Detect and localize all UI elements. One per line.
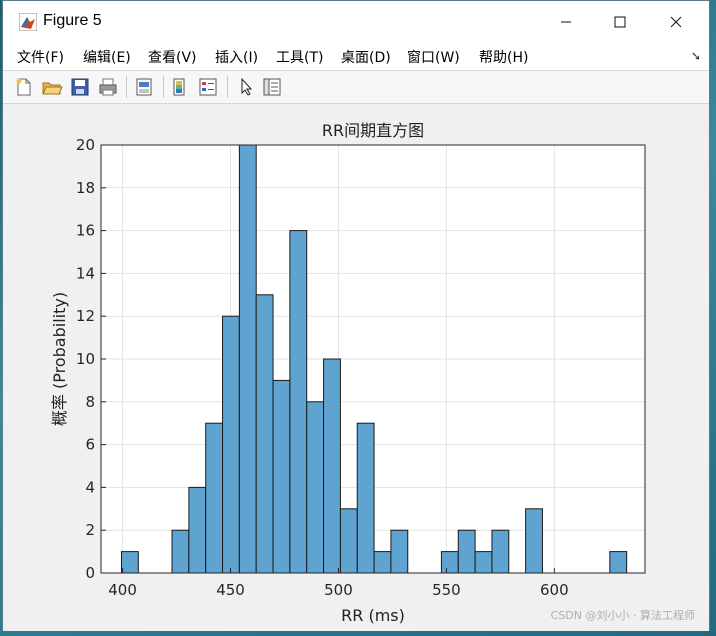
watermark-text: CSDN @刘小小 · 算法工程师: [550, 609, 695, 622]
toolbar-separator: [227, 76, 228, 98]
histogram-chart: 0 2 4 6 8 10 12 14 16 18 20 400 450 500 550 600 RR间期直方图…: [50, 121, 646, 625]
histogram-bar: [306, 401, 325, 574]
histogram-bar: [390, 529, 409, 574]
x-tick-label: 450: [216, 581, 245, 599]
histogram-bar: [491, 529, 510, 574]
new-figure-icon[interactable]: [13, 76, 35, 98]
y-tick-label: 18: [76, 179, 95, 197]
close-icon: [670, 16, 682, 28]
matlab-logo-icon: [19, 13, 37, 31]
histogram-bar: [205, 422, 224, 574]
x-tick-label: 400: [108, 581, 137, 599]
y-tick-label: 14: [76, 264, 95, 282]
histogram-bar: [289, 230, 308, 574]
menu-file[interactable]: 文件(F): [17, 47, 64, 67]
open-file-icon[interactable]: [41, 76, 63, 98]
y-tick-label: 6: [85, 436, 95, 454]
chart-title: RR间期直方图: [322, 121, 424, 140]
x-axis-label: RR (ms): [341, 606, 405, 625]
minimize-button[interactable]: [543, 7, 589, 37]
menu-edit[interactable]: 编辑(E): [83, 47, 131, 67]
print-icon[interactable]: [97, 76, 119, 98]
maximize-icon: [614, 16, 626, 28]
toolbar-separator: [163, 76, 164, 98]
histogram-bar: [272, 379, 291, 574]
menu-desktop[interactable]: 桌面(D): [341, 47, 391, 67]
histogram-bar: [457, 529, 476, 574]
y-tick-label: 12: [76, 307, 95, 325]
y-tick-label: 2: [85, 521, 95, 539]
select-arrow-icon[interactable]: [235, 76, 257, 98]
y-axis-label: 概率 (Probability): [50, 292, 69, 426]
histogram-bar: [609, 551, 628, 574]
legend-icon[interactable]: [197, 76, 219, 98]
window-title: Figure 5: [43, 12, 102, 29]
menu-insert[interactable]: 插入(I): [215, 47, 258, 67]
histogram-bar: [238, 144, 257, 574]
y-tick-label: 16: [76, 222, 95, 240]
histogram-bar: [255, 294, 274, 574]
menu-bar: 文件(F) 编辑(E) 查看(V) 插入(I) 工具(T) 桌面(D) 窗口(W…: [3, 43, 709, 71]
toolbar-separator: [126, 76, 127, 98]
figure-window: Figure 5 文件(F) 编辑(E) 查看(V) 插入(I) 工具(T) 桌…: [2, 0, 710, 631]
histogram-bar: [373, 551, 392, 574]
histogram-bar: [222, 315, 240, 574]
histogram-bar: [474, 551, 493, 574]
figure-canvas: 0 2 4 6 8 10 12 14 16 18 20 400 450 500 550 600 RR间期直方图…: [3, 104, 709, 631]
print-preview-icon[interactable]: [133, 76, 155, 98]
title-bar[interactable]: Figure 5: [3, 1, 709, 43]
histogram-bar: [440, 551, 459, 574]
menu-overflow-arrow-icon[interactable]: ➘: [691, 49, 701, 63]
toolbar: [3, 71, 709, 104]
y-tick-label: 8: [85, 393, 95, 411]
property-inspector-icon[interactable]: [261, 76, 283, 98]
histogram-bar: [525, 508, 543, 574]
x-tick-label: 550: [432, 581, 461, 599]
histogram-bar: [188, 486, 207, 574]
y-tick-label: 20: [76, 136, 95, 154]
minimize-icon: [561, 21, 571, 23]
histogram-bar: [171, 529, 190, 574]
maximize-button[interactable]: [597, 7, 643, 37]
menu-help[interactable]: 帮助(H): [479, 47, 528, 67]
colorbar-icon[interactable]: [169, 76, 191, 98]
y-tick-label: 0: [85, 564, 95, 582]
histogram-bar: [121, 551, 139, 574]
histogram-bar: [323, 358, 341, 574]
menu-tools[interactable]: 工具(T): [276, 47, 323, 67]
close-button[interactable]: [653, 7, 699, 37]
x-tick-label: 500: [324, 581, 353, 599]
menu-window[interactable]: 窗口(W): [407, 47, 460, 67]
menu-view[interactable]: 查看(V): [148, 47, 197, 67]
histogram-bar: [356, 422, 375, 574]
y-tick-label: 4: [85, 478, 95, 496]
x-tick-label: 600: [540, 581, 569, 599]
histogram-bar: [339, 508, 358, 574]
y-tick-label: 10: [76, 350, 95, 368]
save-icon[interactable]: [69, 76, 91, 98]
